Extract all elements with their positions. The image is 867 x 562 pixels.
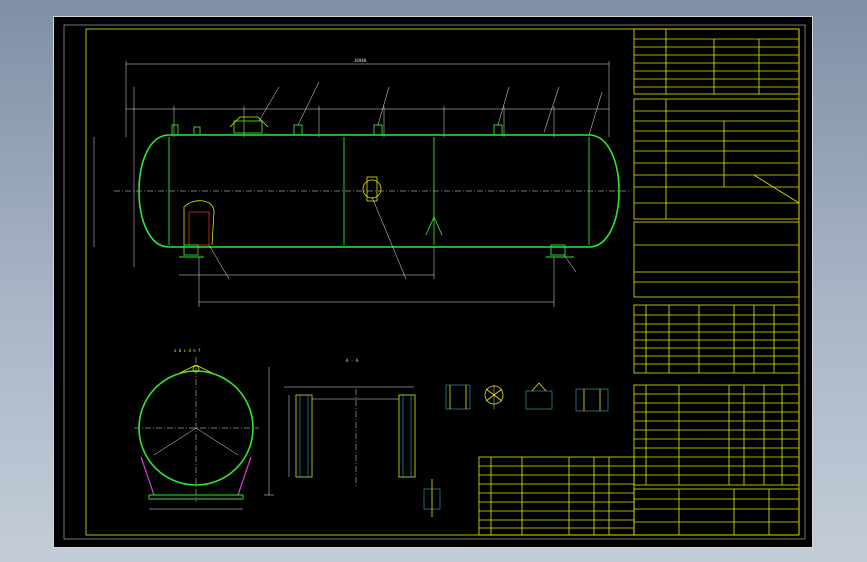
title-block (633, 488, 800, 536)
nozzle-table (633, 304, 800, 374)
technical-data-table (633, 28, 800, 298)
main-elevation-view: 16940 (93, 58, 629, 307)
bill-of-materials-bottom (478, 456, 635, 536)
section-a-a: A - A (284, 358, 416, 487)
section-title: A - A (346, 358, 359, 363)
bill-of-materials-right (633, 384, 800, 486)
end-view: a b c d e f (134, 348, 274, 510)
end-view-nozzle-letters: a b c d e f (174, 348, 201, 353)
cad-drawing-viewport[interactable]: 16940 a b c d e f A - A (53, 16, 813, 548)
pressure-vessel-drawing: 16940 a b c d e f A - A (63, 24, 806, 540)
overall-length-label: 16940 (354, 58, 367, 63)
detail-views (423, 382, 609, 517)
